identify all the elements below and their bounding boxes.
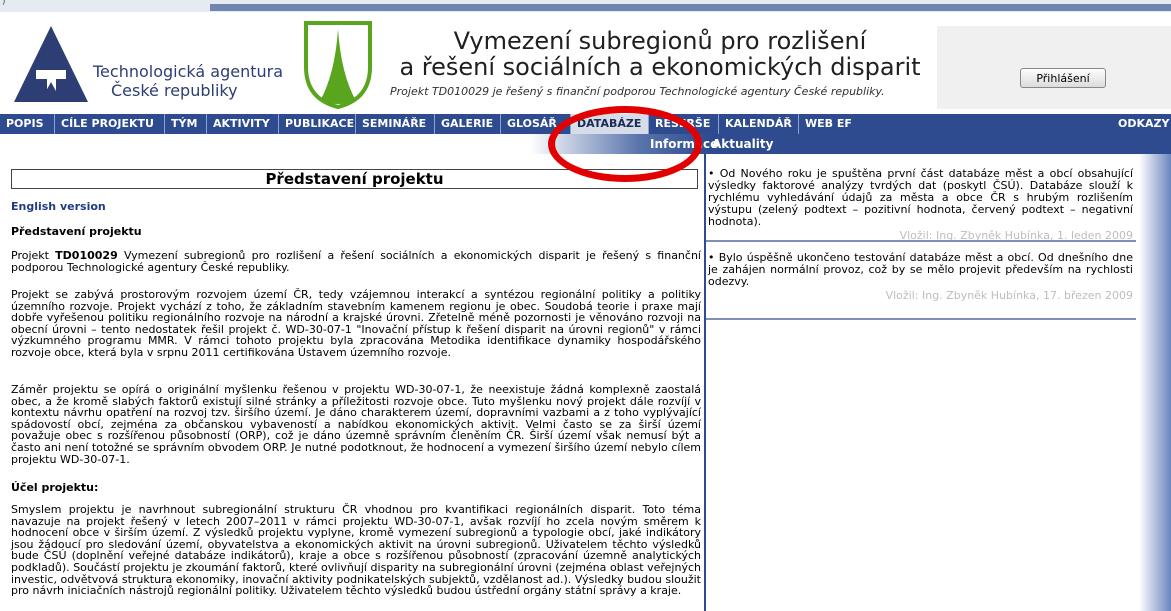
nav-item-tym[interactable]: TÝM xyxy=(165,114,207,134)
paragraph-rozvoj: Projekt se zabývá prostorovým rozvojem ú… xyxy=(11,288,701,359)
paragraph-intro: Projekt TD010029 Vymezení subregionů pro… xyxy=(11,250,701,273)
page-title-line1: Vymezení subregionů pro rozlišení xyxy=(453,27,867,55)
page-title-line2: a řešení sociálních a ekonomických dispa… xyxy=(399,53,921,81)
paragraph-zamer: Záměr projektu se opírá o originální myš… xyxy=(11,383,701,466)
page-title: Vymezení subregionů pro rozlišení a řeše… xyxy=(380,28,940,80)
nav-item-kalendar[interactable]: KALENDÁŘ xyxy=(719,114,799,134)
news-item: • Od Nového roku je spuštěna první část … xyxy=(708,168,1133,242)
agency-name: Technologická agentura České republiky xyxy=(93,62,283,100)
browser-top-strip: ) xyxy=(0,0,1171,12)
sub-navigation: Informace Aktuality xyxy=(0,134,1171,154)
subnav-right-band xyxy=(710,134,1171,154)
subnav-aktuality: Aktuality xyxy=(712,137,774,151)
nav-item-odkazy[interactable]: ODKAZY xyxy=(1112,114,1171,134)
news-divider xyxy=(706,240,1136,242)
top-strip-text: ) xyxy=(2,0,6,7)
news-text: • Od Nového roku je spuštěna první část … xyxy=(708,167,1133,228)
agency-name-line2: České republiky xyxy=(111,81,238,100)
page-subtitle: Projekt TD010029 je řešený s finanční po… xyxy=(390,85,885,98)
nav-item-seminare[interactable]: SEMINÁŘE xyxy=(356,114,435,134)
main-navigation: POPIS CÍLE PROJEKTU TÝM AKTIVITY PUBLIKA… xyxy=(0,114,1171,134)
heading-predstaveni: Představení projektu xyxy=(11,225,142,238)
top-strip-bar xyxy=(210,4,1171,11)
news-divider xyxy=(706,318,1136,320)
agency-logo-icon xyxy=(14,26,88,102)
heading-ucel: Účel projektu: xyxy=(11,481,99,494)
section-title: Představení projektu xyxy=(11,169,698,189)
english-version-link[interactable]: English version xyxy=(11,200,106,213)
nav-item-popis[interactable]: POPIS xyxy=(0,114,55,134)
main-content: Představení projektu English version Pře… xyxy=(0,154,706,611)
news-column: • Od Nového roku je spuštěna první část … xyxy=(706,154,1171,611)
project-emblem-icon xyxy=(304,21,372,109)
login-button[interactable]: Přihlášení xyxy=(1020,68,1106,88)
nav-item-glosar[interactable]: GLOSÁŘ xyxy=(501,114,571,134)
nav-item-galerie[interactable]: GALERIE xyxy=(435,114,501,134)
subnav-informace[interactable]: Informace xyxy=(650,137,718,151)
nav-item-reserse[interactable]: REŠERŠE xyxy=(649,114,719,134)
nav-item-aktivity[interactable]: AKTIVITY xyxy=(207,114,279,134)
news-column-edge xyxy=(1139,154,1171,611)
news-item: • Bylo úspěšně ukončeno testování databá… xyxy=(708,252,1133,302)
news-text: • Bylo úspěšně ukončeno testování databá… xyxy=(708,251,1133,288)
login-panel: Přihlášení xyxy=(937,26,1171,109)
paragraph-ucel: Smyslem projektu je navrhnout subregioná… xyxy=(11,503,701,598)
news-author: Vložil: Ing. Zbyněk Hubínka, 17. březen … xyxy=(885,289,1133,302)
agency-name-line1: Technologická agentura xyxy=(93,62,284,81)
nav-item-publikace[interactable]: PUBLIKACE xyxy=(279,114,356,134)
nav-item-cile-projektu[interactable]: CÍLE PROJEKTU xyxy=(55,114,165,134)
nav-item-web-ef[interactable]: WEB EF xyxy=(799,114,859,134)
site-header: Technologická agentura České republiky V… xyxy=(0,12,1171,114)
nav-item-databaze[interactable]: DATABÁZE xyxy=(571,114,649,134)
